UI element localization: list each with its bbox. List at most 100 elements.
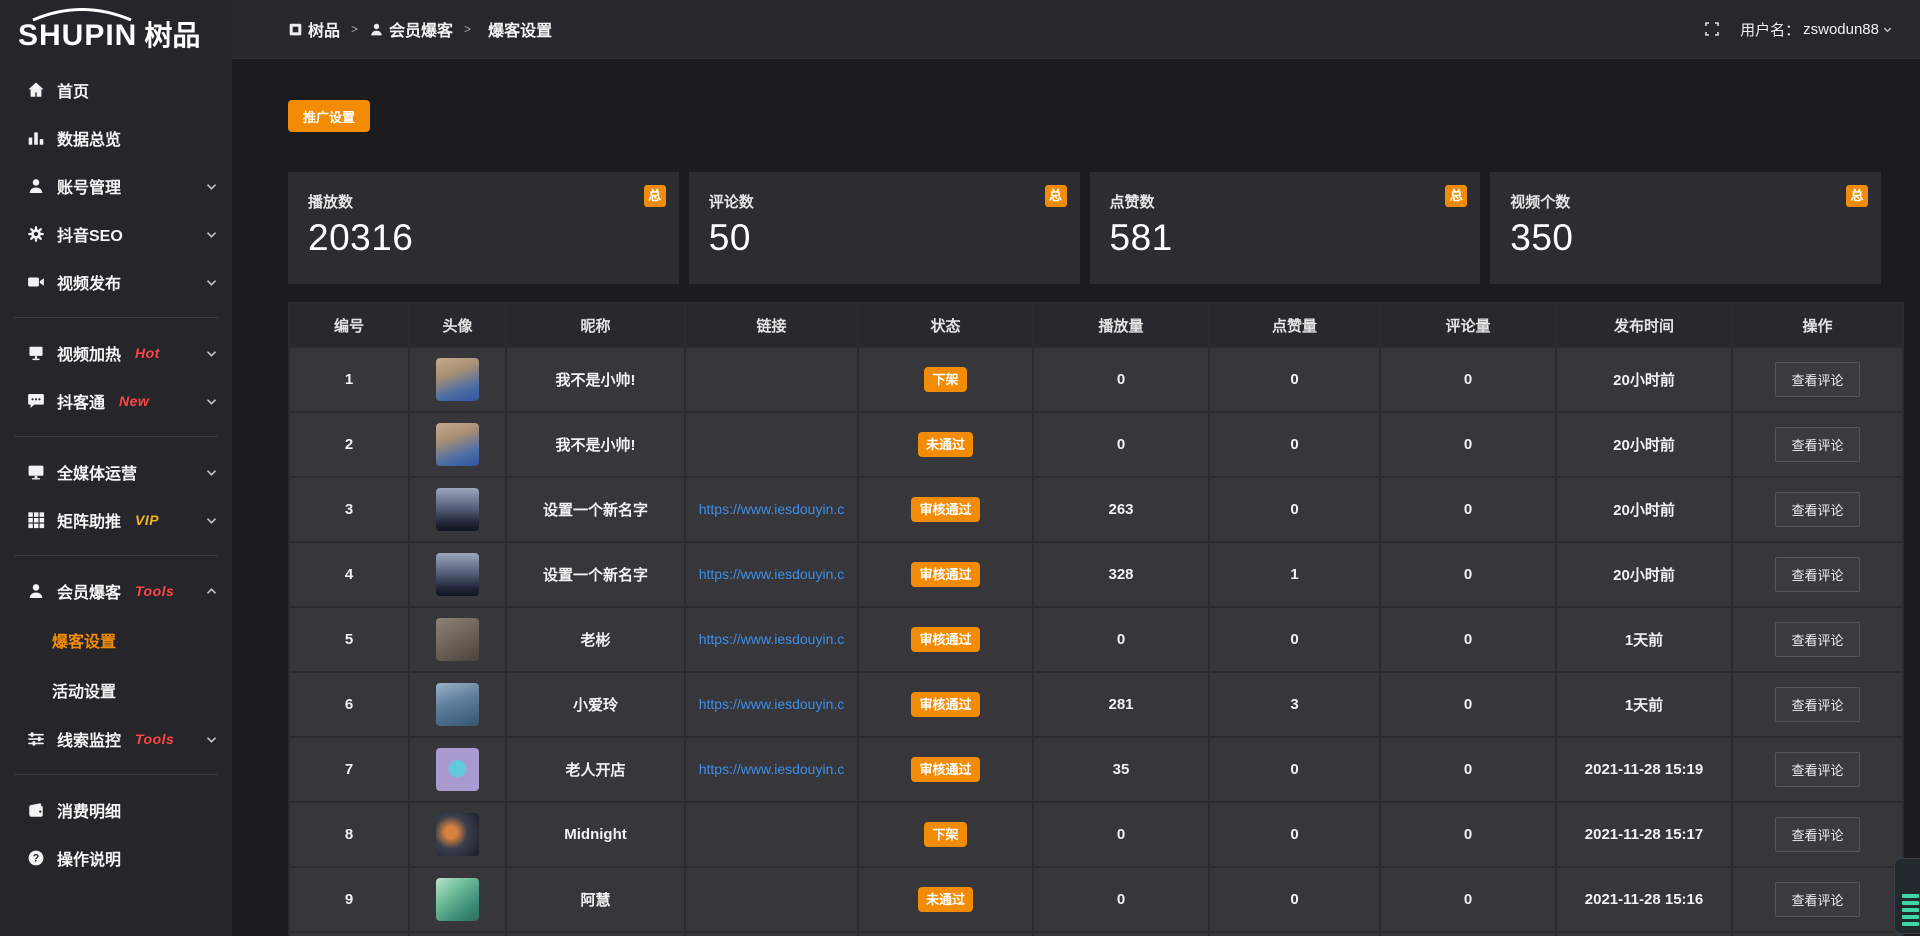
username-label: 用户名： — [1740, 19, 1800, 40]
sidebar-item-help[interactable]: ?操作说明 — [0, 834, 232, 882]
status-badge: 审核通过 — [911, 562, 979, 588]
view-comments-button[interactable]: 查看评论 — [1775, 492, 1859, 527]
display-icon — [26, 344, 45, 363]
sidebar-item-badge: Hot — [135, 345, 160, 361]
cell-time: 2021-11-28 15:17 — [1557, 803, 1731, 866]
app-icon — [288, 22, 303, 37]
breadcrumb-separator: > — [464, 22, 471, 36]
video-icon — [26, 273, 45, 292]
video-link[interactable]: https://www.iesdouyin.c — [699, 761, 845, 777]
cell-avatar — [410, 608, 505, 671]
cell-time: 1天前 — [1557, 608, 1731, 671]
status-badge: 下架 — [924, 822, 966, 848]
breadcrumb-label: 树品 — [308, 17, 340, 41]
cell-link: https://www.iesdouyin.c — [686, 738, 857, 801]
cell-nickname: 小爱玲 — [507, 673, 684, 736]
sidebar-item-badge: VIP — [135, 512, 159, 528]
table-row: 4设置一个新名字https://www.iesdouyin.c审核通过32810… — [290, 543, 1902, 606]
chevron-down-icon — [205, 466, 218, 479]
video-link[interactable]: https://www.iesdouyin.c — [699, 696, 845, 712]
sidebar-item-douyin-seo[interactable]: 抖音SEO — [0, 210, 232, 258]
stat-value: 581 — [1110, 217, 1461, 259]
chevron-down-icon — [205, 180, 218, 193]
cell-number: 4 — [290, 543, 408, 606]
sliders-icon — [26, 730, 45, 749]
user-menu[interactable]: 用户名： zswodun88 — [1740, 19, 1893, 40]
cell-link — [686, 868, 857, 931]
breadcrumb-separator: > — [351, 22, 358, 36]
avatar — [436, 878, 479, 921]
cell-nickname: 设置一个新名字 — [507, 543, 684, 606]
sidebar-item-label: 全媒体运营 — [57, 460, 137, 484]
view-comments-button[interactable]: 查看评论 — [1775, 817, 1859, 852]
sidebar-item-data-overview[interactable]: 数据总览 — [0, 114, 232, 162]
cell-comments: 0 — [1381, 803, 1555, 866]
status-badge: 审核通过 — [911, 627, 979, 653]
topbar-right: 用户名： zswodun88 — [1704, 19, 1893, 40]
sidebar-item-douketong[interactable]: 抖客通New — [0, 377, 232, 425]
view-comments-button[interactable]: 查看评论 — [1775, 427, 1859, 462]
column-header: 链接 — [686, 304, 857, 346]
sidebar-item-consume-detail[interactable]: 消费明细 — [0, 786, 232, 834]
sidebar-item-matrix-boost[interactable]: 矩阵助推VIP — [0, 496, 232, 544]
sidebar-item-badge: New — [119, 393, 149, 409]
cell-avatar — [410, 478, 505, 541]
view-comments-button[interactable]: 查看评论 — [1775, 362, 1859, 397]
video-link[interactable]: https://www.iesdouyin.c — [699, 631, 845, 647]
cell-time: 20小时前 — [1557, 413, 1731, 476]
table-row: 6小爱玲https://www.iesdouyin.c审核通过281301天前查… — [290, 673, 1902, 736]
sidebar-subitem-activity-settings[interactable]: 活动设置 — [0, 665, 232, 715]
stat-label: 视频个数 — [1510, 191, 1861, 212]
widget-stripe — [1902, 922, 1919, 926]
video-link[interactable]: https://www.iesdouyin.c — [699, 501, 845, 517]
view-comments-button[interactable]: 查看评论 — [1775, 622, 1859, 657]
cell-avatar — [410, 803, 505, 866]
cell-time: 20小时前 — [1557, 348, 1731, 411]
cell-nickname: 老人开店 — [507, 738, 684, 801]
stat-value: 350 — [1510, 217, 1861, 259]
sidebar-item-home[interactable]: 首页 — [0, 66, 232, 114]
video-link[interactable]: https://www.iesdouyin.c — [699, 566, 845, 582]
fullscreen-icon[interactable] — [1704, 21, 1720, 37]
stat-card: 点赞数581总 — [1090, 172, 1481, 284]
sidebar-divider — [14, 317, 218, 318]
cell-time: 2021-11-28 15:16 — [1557, 868, 1731, 931]
stat-value: 50 — [709, 217, 1060, 259]
status-badge: 审核通过 — [911, 757, 979, 783]
grid-icon — [26, 511, 45, 530]
logo-brand-cn: 树品 — [144, 14, 200, 54]
sidebar-item-video-publish[interactable]: 视频发布 — [0, 258, 232, 306]
help-icon: ? — [26, 849, 45, 868]
cell-action: 查看评论 — [1733, 738, 1902, 801]
cell-time: 20小时前 — [1557, 543, 1731, 606]
floating-widget[interactable] — [1894, 858, 1920, 934]
cell-likes: 0 — [1210, 478, 1379, 541]
sidebar-item-label: 账号管理 — [57, 174, 121, 198]
sidebar-item-clue-monitor[interactable]: 线索监控Tools — [0, 715, 232, 763]
stat-label: 点赞数 — [1110, 191, 1461, 212]
view-comments-button[interactable]: 查看评论 — [1775, 752, 1859, 787]
promo-settings-button[interactable]: 推广设置 — [288, 100, 370, 132]
breadcrumb-item-member-baoke[interactable]: 会员爆客 — [369, 17, 453, 41]
breadcrumb-item-shupin[interactable]: 树品 — [288, 17, 340, 41]
cell-comments: 0 — [1381, 868, 1555, 931]
cell-status: 审核通过 — [859, 543, 1032, 606]
cell-number: 3 — [290, 478, 408, 541]
view-comments-button[interactable]: 查看评论 — [1775, 557, 1859, 592]
sidebar-item-badge: Tools — [135, 731, 174, 747]
cell-plays: 0 — [1034, 868, 1208, 931]
view-comments-button[interactable]: 查看评论 — [1775, 687, 1859, 722]
sidebar-item-label: 会员爆客 — [57, 579, 121, 603]
chevron-down-icon — [1882, 24, 1893, 35]
column-header: 头像 — [410, 304, 505, 346]
sidebar-item-video-heat[interactable]: 视频加热Hot — [0, 329, 232, 377]
sidebar: SHUPIN 树品 首页数据总览账号管理抖音SEO视频发布视频加热Hot抖客通N… — [0, 0, 232, 936]
sidebar-item-media-operation[interactable]: 全媒体运营 — [0, 448, 232, 496]
sidebar-item-account-manage[interactable]: 账号管理 — [0, 162, 232, 210]
cell-nickname: 我不是小帅! — [507, 348, 684, 411]
cell-time: 20小时前 — [1557, 478, 1731, 541]
sidebar-subitem-baoke-settings[interactable]: 爆客设置 — [0, 615, 232, 665]
sidebar-item-member-baoke[interactable]: 会员爆客Tools — [0, 567, 232, 615]
avatar — [436, 488, 479, 531]
view-comments-button[interactable]: 查看评论 — [1775, 882, 1859, 917]
